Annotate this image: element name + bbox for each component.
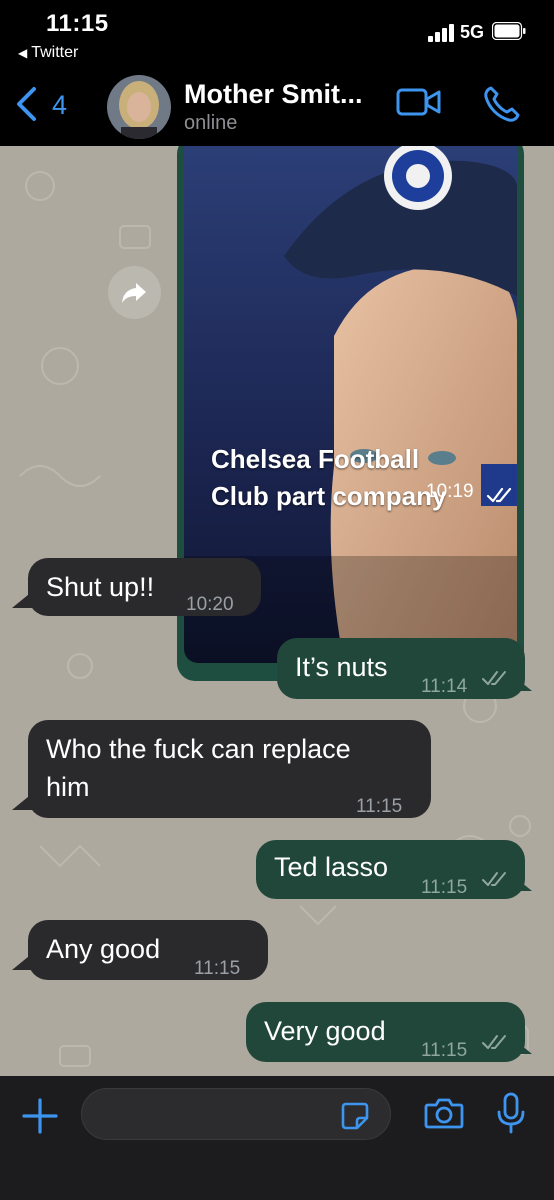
microphone-icon[interactable]: [496, 1092, 526, 1134]
back-app-label: Twitter: [31, 44, 79, 61]
message-text: Any good: [46, 934, 161, 964]
chat-area[interactable]: Chelsea Football Club part company 10:19…: [0, 146, 554, 1076]
signal-icon: [428, 24, 456, 42]
message-time: 11:15: [194, 958, 241, 979]
message-input[interactable]: [81, 1088, 391, 1140]
message-text-line-1: Who the fuck can replace: [46, 734, 351, 764]
message-text: Very good: [264, 1016, 386, 1046]
status-bar: 11:15 ◀ Twitter 5G: [0, 0, 554, 70]
video-camera-icon[interactable]: [396, 84, 442, 120]
status-time: 11:15: [46, 10, 109, 37]
incoming-message[interactable]: Shut up!! 10:20: [28, 558, 261, 616]
double-check-icon: [486, 487, 512, 503]
double-check-icon: [482, 671, 506, 685]
chat-header: 4 Mother Smit... online: [0, 70, 554, 146]
contact-avatar[interactable]: [107, 75, 171, 139]
caption-line-2: Club part company: [211, 481, 447, 511]
message-text: Shut up!!: [46, 572, 155, 602]
unread-count[interactable]: 4: [52, 90, 67, 121]
plus-icon[interactable]: [22, 1098, 58, 1134]
sticker-icon[interactable]: [340, 1101, 370, 1131]
camera-icon[interactable]: [424, 1096, 464, 1130]
contact-status: online: [184, 112, 238, 134]
back-to-app-link[interactable]: ◀ Twitter: [18, 44, 78, 62]
message-text: Ted lasso: [274, 852, 389, 882]
bubble-tail: [12, 952, 34, 970]
phone-icon[interactable]: [482, 84, 522, 124]
network-type: 5G: [460, 22, 485, 42]
back-triangle-icon: ◀: [18, 46, 28, 60]
image-caption: Chelsea Football Club part company: [211, 441, 446, 515]
outgoing-message[interactable]: Very good 11:15: [246, 1002, 525, 1062]
contact-name[interactable]: Mother Smit...: [184, 79, 363, 110]
message-text: It’s nuts: [295, 652, 388, 682]
battery-icon: [492, 22, 526, 40]
incoming-message[interactable]: Who the fuck can replace him 11:15: [28, 720, 431, 818]
double-check-icon: [482, 872, 506, 886]
chevron-left-icon[interactable]: [14, 86, 38, 122]
outgoing-message[interactable]: It’s nuts 11:14: [277, 638, 525, 699]
bubble-tail: [12, 590, 34, 608]
caption-line-1: Chelsea Football: [211, 444, 420, 474]
forward-button[interactable]: [108, 266, 161, 319]
message-input-bar: [0, 1076, 554, 1200]
forward-icon: [122, 283, 146, 303]
double-check-icon: [482, 1035, 506, 1049]
message-time: 10:20: [186, 594, 234, 615]
whatsapp-chat-screen: 11:15 ◀ Twitter 5G 4 Mother Smit... onlin…: [0, 0, 554, 1200]
message-time: 10:19: [426, 481, 474, 502]
bubble-tail: [510, 873, 532, 891]
message-time: 11:15: [421, 1040, 468, 1061]
bubble-tail: [510, 673, 532, 691]
incoming-message[interactable]: Any good 11:15: [28, 920, 268, 980]
outgoing-message[interactable]: Ted lasso 11:15: [256, 840, 525, 899]
message-time: 11:15: [356, 796, 403, 817]
message-text-line-2: him: [46, 772, 90, 802]
message-time: 11:14: [421, 676, 468, 697]
bubble-tail: [12, 792, 34, 810]
bubble-tail: [510, 1036, 532, 1054]
message-time: 11:15: [421, 877, 468, 898]
